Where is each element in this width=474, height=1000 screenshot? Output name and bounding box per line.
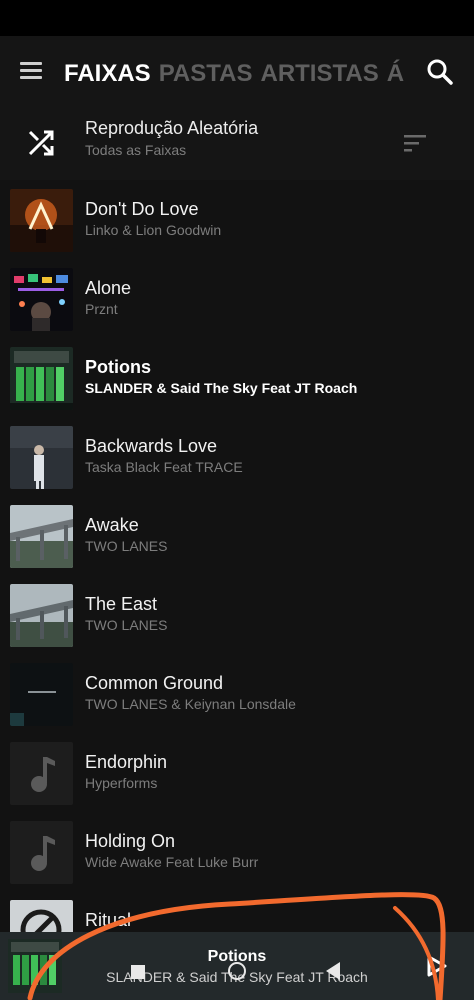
- album-art: [10, 505, 73, 568]
- track-artist: Prznt: [85, 301, 118, 317]
- track-row[interactable]: Common Ground TWO LANES & Keiynan Lonsda…: [0, 654, 474, 733]
- app-bar: FAIXAS PASTAS ARTISTAS Á: [0, 36, 474, 108]
- track-row[interactable]: The East TWO LANES: [0, 575, 474, 654]
- menu-button[interactable]: [18, 62, 46, 84]
- tab-artistas[interactable]: ARTISTAS: [260, 54, 378, 94]
- track-row[interactable]: Awake TWO LANES: [0, 496, 474, 575]
- tab-pastas[interactable]: PASTAS: [159, 54, 253, 94]
- track-title: Common Ground: [85, 673, 224, 693]
- track-row[interactable]: Holding On Wide Awake Feat Luke Burr: [0, 812, 474, 891]
- recent-apps-button[interactable]: [131, 965, 145, 979]
- track-artist: Wide Awake Feat Luke Burr: [85, 854, 259, 870]
- library-tabs: FAIXAS PASTAS ARTISTAS Á: [64, 54, 404, 94]
- track-title: Endorphin: [85, 752, 168, 772]
- track-title: The East: [85, 594, 158, 614]
- track-title: Backwards Love: [85, 436, 218, 456]
- track-title: Don't Do Love: [85, 199, 199, 219]
- track-title: Holding On: [85, 831, 176, 851]
- track-artist: Hyperforms: [85, 775, 158, 791]
- tab-albuns[interactable]: Á: [387, 54, 404, 94]
- track-artist: Taska Black Feat TRACE: [85, 459, 243, 475]
- menu-icon-line: [20, 69, 42, 72]
- search-icon[interactable]: [424, 56, 456, 88]
- track-row[interactable]: Alone Prznt: [0, 259, 474, 338]
- album-art: [10, 584, 73, 647]
- status-bar: [0, 0, 474, 36]
- sort-icon[interactable]: [402, 132, 428, 154]
- album-art: [10, 663, 73, 726]
- track-title: Ritual: [85, 910, 132, 930]
- track-title: Alone: [85, 278, 132, 298]
- home-button[interactable]: [228, 962, 246, 980]
- track-artist: Linko & Lion Goodwin: [85, 222, 222, 238]
- back-button[interactable]: [326, 962, 340, 980]
- album-art-placeholder: [10, 821, 73, 884]
- track-artist: TWO LANES: [85, 617, 168, 633]
- shuffle-subtitle: Todas as Faixas: [85, 142, 187, 158]
- track-title: Awake: [85, 515, 139, 535]
- track-artist: TWO LANES: [85, 538, 168, 554]
- tab-faixas[interactable]: FAIXAS: [64, 54, 151, 94]
- shuffle-icon: [28, 130, 54, 156]
- album-art-placeholder: [10, 742, 73, 805]
- album-art: [10, 189, 73, 252]
- track-list: Don't Do Love Linko & Lion Goodwin Alone…: [0, 180, 474, 970]
- shuffle-all-row[interactable]: Reprodução Aleatória Todas as Faixas: [0, 108, 474, 180]
- album-art: [10, 268, 73, 331]
- track-artist: TWO LANES & Keiynan Lonsdale: [85, 696, 296, 712]
- track-row[interactable]: Endorphin Hyperforms: [0, 733, 474, 812]
- music-note-icon: [30, 756, 55, 792]
- track-row[interactable]: Don't Do Love Linko & Lion Goodwin: [0, 180, 474, 259]
- album-art: [10, 347, 73, 410]
- track-row-now-playing[interactable]: Potions SLANDER & Said The Sky Feat JT R…: [0, 338, 474, 417]
- album-art: [10, 426, 73, 489]
- play-icon[interactable]: [424, 954, 448, 978]
- music-note-icon: [30, 835, 55, 871]
- menu-icon-line: [20, 76, 42, 79]
- shuffle-title: Reprodução Aleatória: [85, 118, 259, 138]
- menu-icon-line: [20, 62, 42, 65]
- track-row[interactable]: Backwards Love Taska Black Feat TRACE: [0, 417, 474, 496]
- track-title: Potions: [85, 357, 151, 377]
- track-artist: SLANDER & Said The Sky Feat JT Roach: [85, 380, 358, 396]
